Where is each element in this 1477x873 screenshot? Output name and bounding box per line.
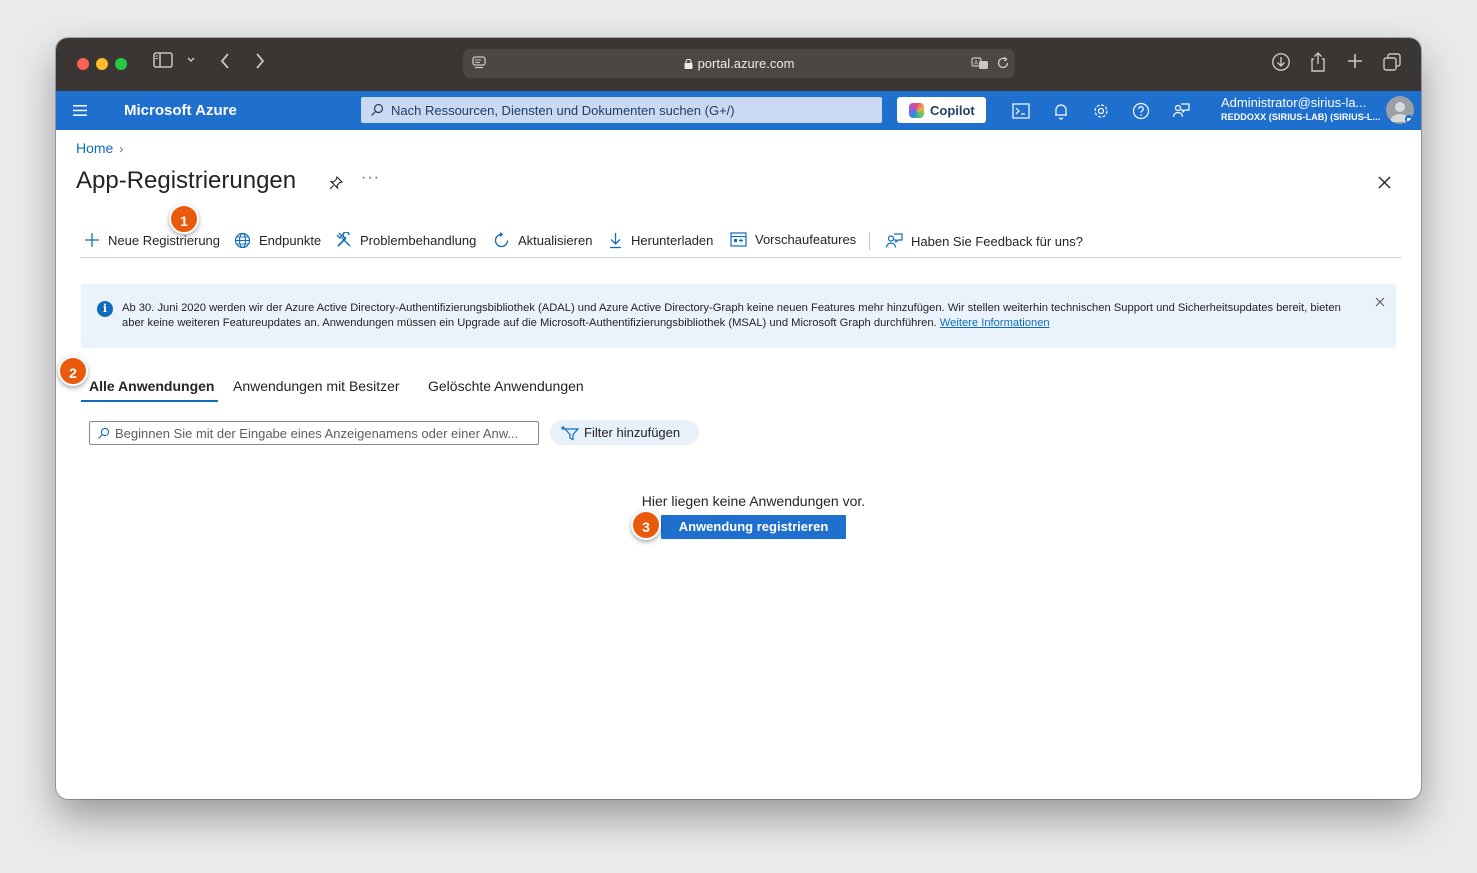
download-icon	[610, 233, 621, 249]
preview-features-button[interactable]: Vorschaufeatures	[730, 232, 856, 247]
global-search-input[interactable]: Nach Ressourcen, Diensten und Dokumenten…	[361, 97, 882, 123]
tab-deleted-applications[interactable]: Gelöschte Anwendungen	[428, 378, 584, 394]
close-icon[interactable]	[1377, 175, 1392, 190]
banner-text: Ab 30. Juni 2020 werden wir der Azure Ac…	[122, 301, 1362, 331]
tab-overview-icon[interactable]	[1382, 52, 1402, 72]
search-input[interactable]: Beginnen Sie mit der Eingabe eines Anzei…	[89, 421, 539, 445]
search-placeholder: Beginnen Sie mit der Eingabe eines Anzei…	[115, 426, 519, 441]
add-filter-label: Filter hinzufügen	[584, 425, 681, 440]
new-registration-button[interactable]: Neue Registrierung	[84, 232, 220, 248]
copilot-button[interactable]: Copilot	[897, 97, 986, 123]
copilot-icon	[909, 103, 924, 118]
feedback-label: Haben Sie Feedback für uns?	[911, 233, 1083, 249]
cloud-shell-icon[interactable]	[1011, 101, 1031, 121]
step-badge-3: 3	[631, 510, 661, 540]
info-icon: i	[97, 301, 113, 317]
download-button[interactable]: Herunterladen	[608, 232, 713, 249]
globe-icon	[234, 232, 251, 249]
register-application-button[interactable]: Anwendung registrieren	[661, 515, 846, 539]
account-menu[interactable]: Administrator@sirius-la... REDDOXX (SIRI…	[1221, 95, 1380, 122]
azure-header: Microsoft Azure Nach Ressourcen, Dienste…	[56, 91, 1421, 130]
tab-owned-applications[interactable]: Anwendungen mit Besitzer	[233, 378, 400, 394]
feedback-icon[interactable]	[1171, 101, 1191, 121]
gear-icon[interactable]	[1091, 101, 1111, 121]
search-icon	[98, 427, 110, 439]
feedback-icon	[885, 233, 903, 248]
close-icon[interactable]	[1375, 297, 1385, 307]
browser-window: portal.azure.com A Microsoft Azure Nach …	[56, 38, 1421, 799]
search-icon	[371, 103, 384, 116]
bell-icon[interactable]	[1051, 101, 1071, 121]
sidebar-icon[interactable]	[153, 52, 173, 68]
search-placeholder: Nach Ressourcen, Diensten und Dokumenten…	[391, 103, 735, 118]
refresh-button[interactable]: Aktualisieren	[493, 232, 592, 249]
wrench-icon	[336, 232, 351, 247]
translate-icon[interactable]: A	[971, 56, 989, 75]
refresh-icon	[494, 232, 509, 248]
endpoints-label: Endpunkte	[259, 233, 322, 248]
close-window-button[interactable]	[77, 58, 89, 70]
back-icon[interactable]	[219, 52, 231, 70]
account-tenant: REDDOXX (SIRIUS-LAB) (SIRIUS-L...	[1221, 112, 1381, 122]
copilot-label: Copilot	[930, 103, 975, 118]
empty-state-message: Hier liegen keine Anwendungen vor.	[641, 493, 866, 509]
page-title: App-Registrierungen	[76, 167, 297, 194]
refresh-label: Aktualisieren	[518, 233, 593, 248]
breadcrumb-home-link[interactable]: Home	[76, 140, 113, 156]
more-info-link[interactable]: Weitere Informationen	[940, 317, 1050, 329]
breadcrumb: Home ›	[76, 140, 123, 156]
address-bar[interactable]: portal.azure.com A	[463, 49, 1015, 78]
minimize-window-button[interactable]	[96, 58, 108, 70]
forward-icon[interactable]	[254, 52, 266, 70]
troubleshooting-label: Problembehandlung	[360, 232, 477, 248]
endpoints-button[interactable]: Endpunkte	[234, 232, 321, 249]
avatar[interactable]	[1386, 96, 1414, 124]
command-bar: Neue Registrierung Endpunkte Problembeha…	[80, 228, 1401, 258]
download-label: Herunterladen	[631, 233, 714, 248]
add-filter-button[interactable]: Filter hinzufügen	[550, 420, 699, 445]
preview-features-icon	[730, 232, 747, 247]
banner-message: Ab 30. Juni 2020 werden wir der Azure Ac…	[122, 302, 1341, 329]
menu-icon[interactable]	[73, 105, 87, 116]
feedback-button[interactable]: Haben Sie Feedback für uns?	[885, 232, 1083, 250]
browser-toolbar: portal.azure.com A	[56, 38, 1421, 91]
reload-icon[interactable]	[996, 56, 1010, 75]
tab-all-applications[interactable]: Alle Anwendungen	[89, 378, 214, 394]
pin-icon[interactable]	[328, 175, 344, 191]
troubleshooting-button[interactable]: Problembehandlung	[336, 232, 476, 248]
toolbar-divider	[869, 232, 870, 250]
chevron-right-icon: ›	[119, 142, 124, 156]
zoom-window-button[interactable]	[115, 58, 127, 70]
plus-icon	[85, 233, 99, 247]
new-registration-label: Neue Registrierung	[108, 232, 221, 248]
add-filter-icon	[561, 426, 580, 441]
url-text: portal.azure.com	[697, 56, 795, 71]
help-icon[interactable]	[1131, 101, 1151, 121]
info-banner: i Ab 30. Juni 2020 werden wir der Azure …	[81, 284, 1396, 348]
brand-link[interactable]: Microsoft Azure	[124, 102, 237, 119]
account-name: Administrator@sirius-la...	[1221, 95, 1367, 110]
more-options-icon[interactable]: ···	[361, 169, 380, 187]
chevron-down-icon[interactable]	[186, 56, 196, 64]
lock-icon	[684, 59, 693, 69]
active-tab-indicator	[81, 400, 218, 402]
preview-features-label: Vorschaufeatures	[755, 232, 857, 247]
new-tab-icon[interactable]	[1346, 52, 1364, 70]
step-badge-1: 1	[169, 204, 199, 234]
share-icon[interactable]	[1309, 51, 1327, 73]
step-badge-2: 2	[58, 356, 88, 386]
downloads-icon[interactable]	[1271, 52, 1291, 72]
